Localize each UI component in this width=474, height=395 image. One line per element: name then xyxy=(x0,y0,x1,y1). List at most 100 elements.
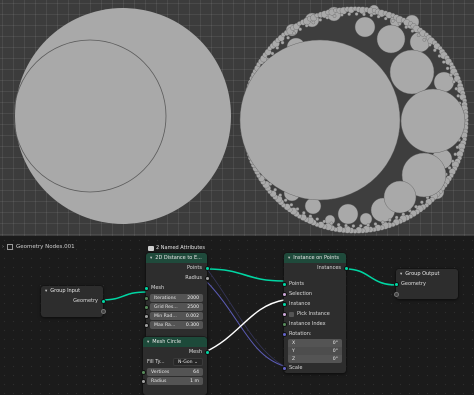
packed-circle xyxy=(280,40,285,45)
max-radius-field[interactable]: Max Ra... 0.300 xyxy=(143,321,203,329)
rotation-x-field[interactable]: X 0° xyxy=(288,339,342,347)
geometry-output-label: Geometry xyxy=(73,298,98,304)
empty-input-socket[interactable] xyxy=(393,291,399,297)
mesh-output-socket[interactable] xyxy=(204,349,210,355)
checkbox-icon[interactable] xyxy=(289,311,294,317)
min-radius-socket[interactable] xyxy=(143,313,149,319)
instance-on-points-header[interactable]: ▾ Instance on Points xyxy=(284,253,346,263)
iterations-value: 2000 xyxy=(187,295,199,301)
collapse-caret-icon[interactable]: ▾ xyxy=(400,272,402,277)
group-output-node[interactable]: ▾ Group Output Geometry xyxy=(393,269,458,299)
group-output-title: Group Output xyxy=(405,271,440,277)
node-tree-name: Geometry Nodes.001 xyxy=(16,244,75,250)
socket-row-geometry-input: Geometry xyxy=(393,279,458,289)
scale-label: Scale xyxy=(289,365,303,371)
vertices-label: Vertices xyxy=(151,369,170,375)
packed-circle xyxy=(387,218,392,222)
instance-input-socket[interactable] xyxy=(281,301,287,307)
named-attributes-label: 2 Named Attributes xyxy=(156,245,205,251)
instance-label: Instance xyxy=(289,301,311,307)
rotation-y-field[interactable]: Y 0° xyxy=(288,347,342,355)
min-radius-field[interactable]: Min Rad... 0.002 xyxy=(143,312,203,320)
instances-output-socket[interactable] xyxy=(343,265,349,271)
radius-label: Radius xyxy=(151,378,167,384)
instance-index-label: Instance Index xyxy=(289,321,326,327)
grid-resolution-socket[interactable] xyxy=(143,304,149,310)
collapse-caret-icon[interactable]: ▾ xyxy=(288,256,290,261)
socket-row-instance-index: Instance Index xyxy=(281,319,346,329)
rotation-z-field[interactable]: Z 0° xyxy=(288,355,342,363)
min-radius-value: 0.002 xyxy=(185,313,199,319)
mesh-input-socket[interactable] xyxy=(143,285,149,291)
pick-instance-socket[interactable] xyxy=(281,311,287,317)
packed-circle xyxy=(456,94,460,98)
collapse-caret-icon[interactable]: ▾ xyxy=(150,256,152,261)
vertices-field[interactable]: Vertices 64 xyxy=(140,368,203,376)
socket-row-pick-instance: Pick Instance xyxy=(281,309,346,319)
3d-viewport[interactable] xyxy=(0,0,474,236)
geometry-input-socket[interactable] xyxy=(393,281,399,287)
collapse-caret-icon[interactable]: ▾ xyxy=(147,340,149,345)
geometry-output-socket[interactable] xyxy=(100,298,106,304)
group-output-header[interactable]: ▾ Group Output xyxy=(396,269,458,279)
packed-circle xyxy=(442,60,446,64)
collapse-caret-icon[interactable]: ▾ xyxy=(45,289,47,294)
link-points-to-scale xyxy=(206,268,285,367)
packed-circle xyxy=(347,12,351,16)
socket-row-empty xyxy=(41,306,106,316)
socket-row-empty-input xyxy=(393,289,458,299)
rotation-x-value: 0° xyxy=(332,340,338,346)
collapse-caret-icon[interactable]: › xyxy=(2,244,4,250)
fill-type-dropdown[interactable]: N-Gon ⌄ xyxy=(173,358,203,366)
packed-circle xyxy=(325,15,330,20)
radius-input-socket[interactable] xyxy=(140,378,146,384)
rotation-z-label: Z xyxy=(292,356,296,362)
packed-circle xyxy=(298,27,302,32)
rotation-y-label: Y xyxy=(292,348,295,354)
grid-resolution-field[interactable]: Grid Res... 2500 xyxy=(143,303,203,311)
group-input-node[interactable]: ▾ Group Input Geometry xyxy=(41,286,106,317)
rotation-label: Rotation: xyxy=(289,331,312,337)
packed-circle xyxy=(391,19,395,23)
selection-input-socket[interactable] xyxy=(281,291,287,297)
distance-node[interactable]: ▾ 2D Distance to E... Points Radius Mesh… xyxy=(143,253,210,342)
points-output-socket[interactable] xyxy=(204,265,210,271)
socket-row-radius: Radius xyxy=(146,273,210,283)
attribute-icon xyxy=(148,245,154,251)
link-instances-to-output xyxy=(345,268,397,286)
iterations-socket[interactable] xyxy=(143,295,149,301)
distance-node-title: 2D Distance to E... xyxy=(155,255,202,261)
packed-circle xyxy=(401,212,406,217)
packed-circle xyxy=(336,222,341,227)
vertices-socket[interactable] xyxy=(140,369,146,375)
scale-input-socket[interactable] xyxy=(281,365,287,371)
empty-output-socket[interactable] xyxy=(100,308,106,314)
editor-breadcrumb[interactable]: › Geometry Nodes.001 xyxy=(2,242,75,252)
max-radius-socket[interactable] xyxy=(143,322,149,328)
packed-circle xyxy=(283,198,288,202)
instance-index-socket[interactable] xyxy=(281,321,287,327)
packed-circle xyxy=(376,14,381,19)
packed-circle xyxy=(420,200,424,204)
packed-circle xyxy=(380,220,385,225)
instance-on-points-node[interactable]: ▾ Instance on Points Instances Points Se… xyxy=(281,253,349,373)
packed-circle xyxy=(416,33,421,37)
radius-field[interactable]: Radius 1 m xyxy=(140,377,203,385)
radius-output-socket[interactable] xyxy=(204,275,210,281)
min-radius-label: Min Rad... xyxy=(154,313,177,319)
packed-circle xyxy=(452,80,456,84)
packed-circle xyxy=(400,88,466,154)
packed-circle xyxy=(414,204,418,209)
mesh-circle-header[interactable]: ▾ Mesh Circle xyxy=(143,337,207,347)
fill-type-label: Fill Ty... xyxy=(147,359,165,365)
socket-row-points: Points xyxy=(146,263,210,273)
iterations-field[interactable]: Iterations 2000 xyxy=(143,294,203,302)
rotation-input-socket[interactable] xyxy=(281,331,287,337)
link-radius-to-scale xyxy=(206,281,285,367)
group-input-header[interactable]: ▾ Group Input xyxy=(41,286,103,296)
node-editor[interactable]: › Geometry Nodes.001 2 Named Attributes … xyxy=(0,236,474,395)
distance-node-header[interactable]: ▾ 2D Distance to E... xyxy=(146,253,207,263)
mesh-circle-node[interactable]: ▾ Mesh Circle Mesh Fill Ty... N-Gon ⌄ Ve… xyxy=(140,337,210,395)
points-input-socket[interactable] xyxy=(281,281,287,287)
named-attributes-badge[interactable]: 2 Named Attributes xyxy=(148,245,205,251)
